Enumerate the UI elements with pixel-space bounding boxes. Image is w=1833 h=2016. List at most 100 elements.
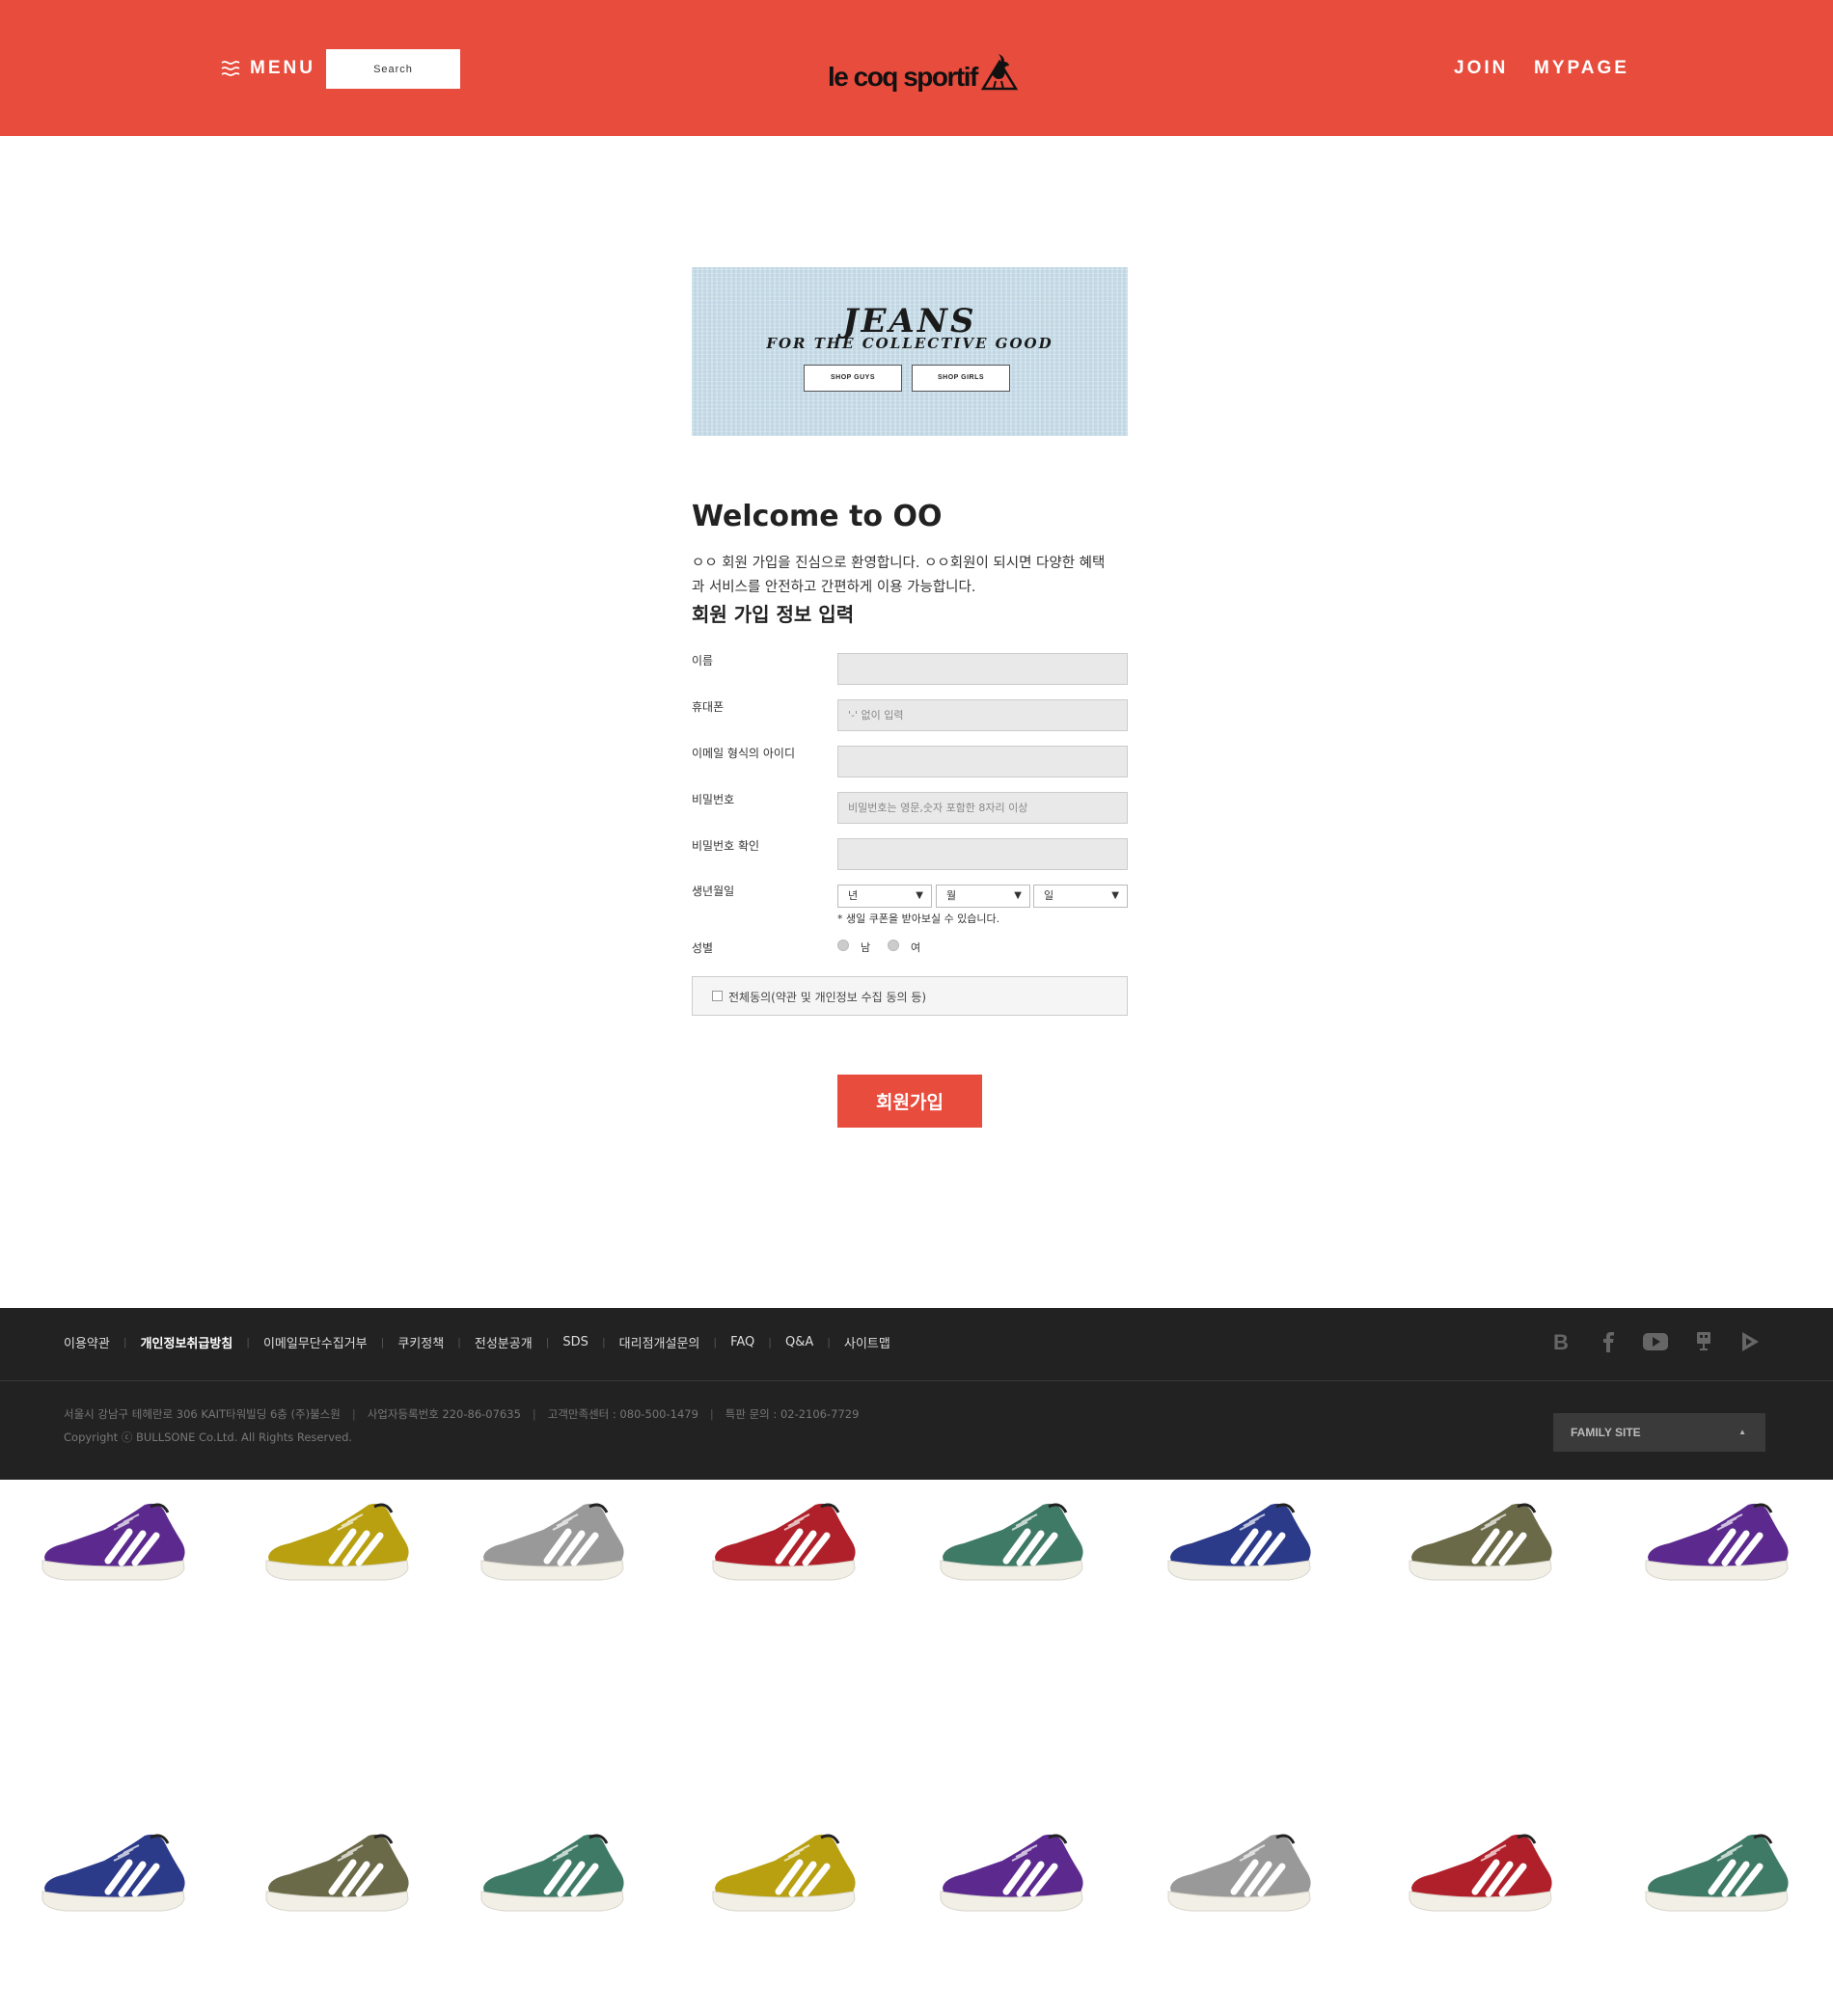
footer-link-cookie[interactable]: 쿠키정책 — [397, 1333, 444, 1351]
gender-male-radio[interactable] — [837, 940, 849, 951]
agree-all-checkbox[interactable] — [712, 991, 723, 1001]
intro-line-2: 과 서비스를 안전하고 간편하게 이용 가능합니다. — [692, 580, 976, 595]
footer-link-terms[interactable]: 이용약관 — [64, 1333, 110, 1351]
shoe-product-image[interactable] — [1640, 1828, 1794, 1920]
agree-all-box[interactable]: 전체동의(약관 및 개인정보 수집 동의 등) — [692, 976, 1128, 1016]
footer-separator: | — [380, 1336, 385, 1349]
footer-link-sitemap[interactable]: 사이트맵 — [844, 1333, 890, 1351]
shoe-product-image[interactable] — [1163, 1497, 1317, 1589]
customer-center: 고객만족센터 : 080-500-1479 — [547, 1407, 698, 1421]
footer-links: 이용약관 | 개인정보취급방침 | 이메일무단수집거부 | 쿠키정책 | 전성분… — [64, 1333, 890, 1351]
menu-icon — [221, 61, 240, 76]
birth-label: 생년월일 — [692, 885, 735, 898]
gender-label: 성별 — [692, 941, 714, 955]
search-input[interactable] — [326, 49, 460, 89]
shoe-product-image[interactable] — [37, 1828, 191, 1920]
site-header: MENU le coq sportif JOIN MYPAGE — [0, 0, 1833, 136]
gender-female-label: 여 — [911, 941, 921, 954]
footer-separator: | — [768, 1336, 773, 1349]
section-title: 회원 가입 정보 입력 — [692, 603, 855, 626]
birth-day-select[interactable]: 일 ▼ — [1033, 885, 1128, 908]
blog-icon[interactable]: B — [1546, 1327, 1575, 1356]
gender-female-radio[interactable] — [888, 940, 899, 951]
rooster-icon — [980, 54, 1019, 91]
shoe-product-image[interactable] — [37, 1497, 191, 1589]
welcome-title: Welcome to OO — [692, 500, 943, 533]
shoe-product-image[interactable] — [476, 1828, 630, 1920]
gender-male-label: 남 — [861, 941, 871, 954]
shop-girls-button[interactable]: SHOP GIRLS — [912, 365, 1010, 392]
email-id-label: 이메일 형식의 아이디 — [692, 747, 795, 760]
business-number: 사업자등록번호 220-86-07635 — [367, 1407, 521, 1421]
password-field[interactable] — [837, 792, 1128, 824]
birth-month-value: 월 — [946, 889, 957, 902]
shoe-product-image[interactable] — [260, 1497, 415, 1589]
brand-logo[interactable]: le coq sportif — [828, 48, 1020, 91]
email-id-field[interactable] — [837, 746, 1128, 777]
site-footer: 이용약관 | 개인정보취급방침 | 이메일무단수집거부 | 쿠키정책 | 전성분… — [0, 1308, 1833, 1480]
shoe-product-image[interactable] — [707, 1828, 862, 1920]
svg-text:B: B — [1553, 1332, 1569, 1351]
shop-guys-button[interactable]: SHOP GUYS — [804, 365, 902, 392]
agree-all-label: 전체동의(약관 및 개인정보 수집 동의 등) — [728, 991, 927, 1004]
footer-separator: | — [457, 1336, 461, 1349]
info-separator: | — [709, 1407, 714, 1421]
footer-separator: | — [246, 1336, 250, 1349]
copyright: Copyright ⓒ BULLSONE Co.Ltd. All Rights … — [64, 1430, 353, 1444]
signup-button[interactable]: 회원가입 — [837, 1075, 982, 1128]
banner-subtitle: FOR THE COLLECTIVE GOOD — [766, 335, 1053, 352]
footer-divider — [0, 1380, 1833, 1381]
footer-link-email-policy[interactable]: 이메일무단수집거부 — [263, 1333, 368, 1351]
footer-link-qna[interactable]: Q&A — [785, 1335, 813, 1349]
shoe-product-image[interactable] — [476, 1497, 630, 1589]
logo-text: le coq sportif — [828, 62, 978, 92]
company-info: 서울시 강남구 테헤란로 306 KAIT타워빌딩 6층 (주)불스원 | 사업… — [64, 1406, 859, 1422]
info-separator: | — [532, 1407, 536, 1421]
jeans-banner[interactable]: JEANS FOR THE COLLECTIVE GOOD SHOP GUYS … — [692, 267, 1128, 436]
footer-separator: | — [827, 1336, 831, 1349]
password-confirm-label: 비밀번호 확인 — [692, 839, 760, 853]
menu-button[interactable]: MENU — [221, 58, 315, 79]
password-label: 비밀번호 — [692, 793, 735, 806]
info-separator: | — [351, 1407, 356, 1421]
shoe-product-image[interactable] — [935, 1828, 1089, 1920]
password-confirm-field[interactable] — [837, 838, 1128, 870]
footer-link-sds[interactable]: SDS — [562, 1335, 588, 1349]
shoe-product-image[interactable] — [260, 1828, 415, 1920]
shoe-product-image[interactable] — [1640, 1497, 1794, 1589]
store-icon[interactable] — [1689, 1327, 1718, 1356]
youtube-icon[interactable] — [1641, 1327, 1670, 1356]
footer-separator: | — [713, 1336, 718, 1349]
menu-label: MENU — [250, 58, 315, 78]
name-field[interactable] — [837, 653, 1128, 685]
birth-note: * 생일 쿠폰을 받아보실 수 있습니다. — [837, 913, 1000, 925]
join-link[interactable]: JOIN — [1454, 58, 1508, 79]
birth-day-value: 일 — [1044, 889, 1054, 902]
shoe-product-image[interactable] — [1404, 1828, 1558, 1920]
shoe-product-image[interactable] — [1163, 1828, 1317, 1920]
intro-text: ㅇㅇ 회원 가입을 진심으로 환영합니다. ㅇㅇ회원이 되시면 다양한 혜택 과… — [692, 552, 1135, 600]
family-site-select[interactable]: FAMILY SITE ▲ — [1553, 1413, 1765, 1452]
birth-year-select[interactable]: 년 ▼ — [837, 885, 932, 908]
birth-month-select[interactable]: 월 ▼ — [936, 885, 1030, 908]
mypage-link[interactable]: MYPAGE — [1534, 58, 1629, 79]
intro-line-1: ㅇㅇ 회원 가입을 진심으로 환영합니다. ㅇㅇ회원이 되시면 다양한 혜택 — [692, 556, 1106, 571]
play-store-icon[interactable] — [1736, 1327, 1765, 1356]
footer-link-ingredients[interactable]: 전성분공개 — [475, 1333, 533, 1351]
shoe-product-image[interactable] — [935, 1497, 1089, 1589]
footer-separator: | — [545, 1336, 550, 1349]
footer-link-dealer[interactable]: 대리점개설문의 — [619, 1333, 700, 1351]
caret-down-icon: ▼ — [916, 890, 923, 901]
facebook-icon[interactable] — [1594, 1327, 1623, 1356]
caret-up-icon: ▲ — [1738, 1428, 1746, 1436]
shoe-product-image[interactable] — [707, 1497, 862, 1589]
footer-link-privacy[interactable]: 개인정보취급방침 — [141, 1333, 233, 1351]
company-address: 서울시 강남구 테헤란로 306 KAIT타워빌딩 6층 (주)불스원 — [64, 1407, 341, 1421]
footer-link-faq[interactable]: FAQ — [730, 1335, 754, 1349]
caret-down-icon: ▼ — [1014, 890, 1022, 901]
phone-field[interactable] — [837, 699, 1128, 731]
name-label: 이름 — [692, 654, 714, 667]
shoe-product-image[interactable] — [1404, 1497, 1558, 1589]
phone-label: 휴대폰 — [692, 700, 725, 714]
footer-separator: | — [601, 1336, 606, 1349]
